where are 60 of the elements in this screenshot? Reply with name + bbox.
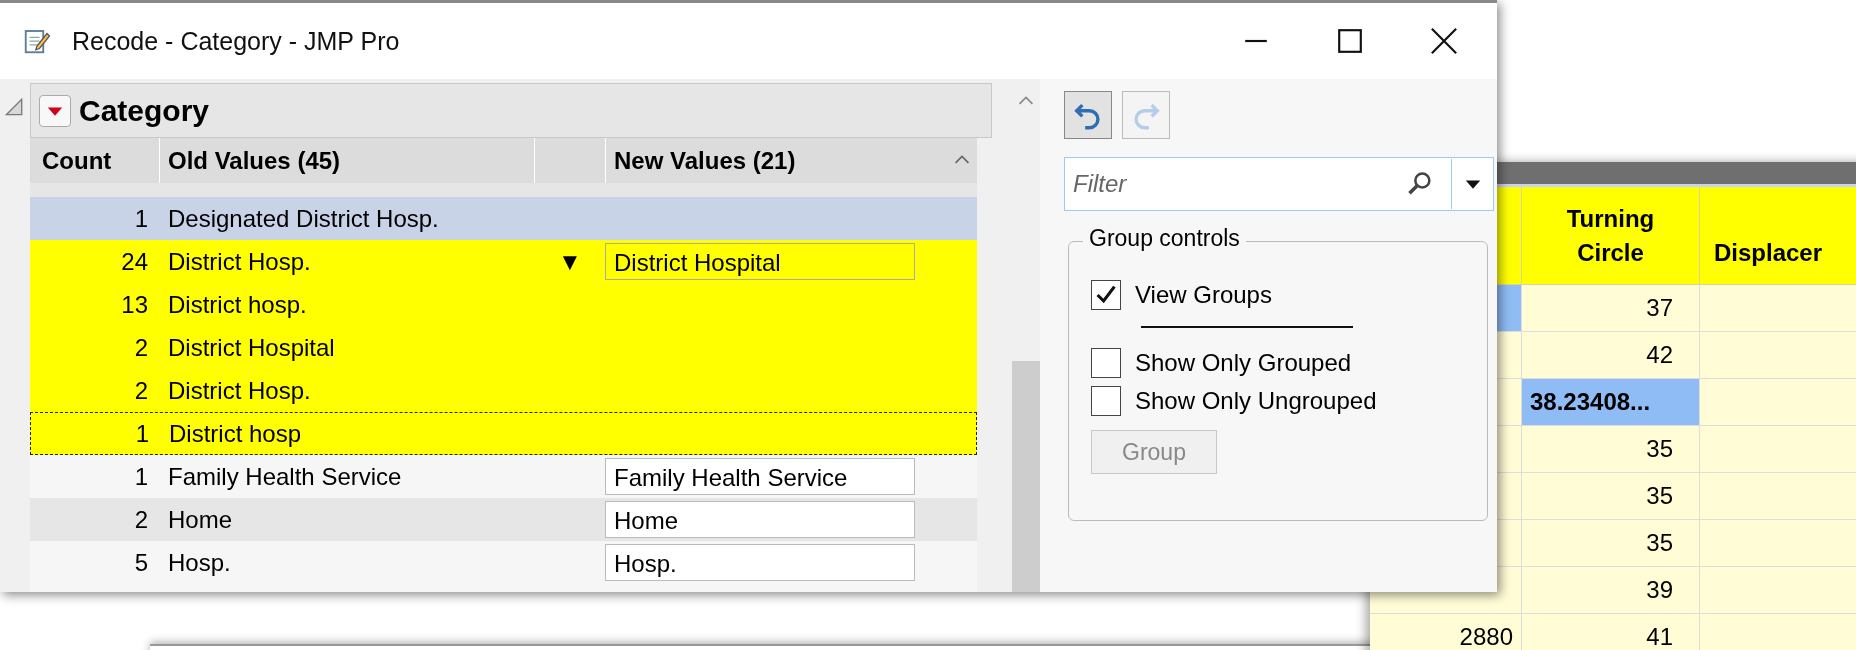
list-row[interactable]: 2 Home Home: [30, 498, 977, 541]
old-value-text: Designated District Hosp.: [167, 204, 440, 233]
checkbox-label: Show Only Ungrouped: [1135, 387, 1377, 415]
column-header[interactable]: [1497, 187, 1522, 285]
count-text: 13: [120, 290, 149, 319]
old-value-text: Hosp.: [167, 548, 232, 577]
table-cell: 35: [1522, 473, 1700, 520]
list-row[interactable]: 24 District Hosp. ▼ District Hospital: [30, 240, 977, 283]
group-marker[interactable]: ▼: [558, 247, 582, 276]
count-text: 1: [133, 204, 149, 233]
column-header[interactable]: New Values (21): [606, 146, 977, 175]
table-cell: 2880: [1370, 614, 1522, 650]
checkbox-label: View Groups: [1135, 281, 1272, 309]
old-value-text: Family Health Service: [167, 462, 403, 491]
new-value-field[interactable]: District Hospital: [605, 243, 915, 280]
checkbox[interactable]: [1091, 280, 1121, 310]
filter-field[interactable]: Filter: [1064, 157, 1494, 211]
new-value-field[interactable]: Family Health Service: [605, 458, 915, 495]
old-value-text: District Hosp.: [167, 247, 312, 276]
list-row[interactable]: 1 District hosp: [30, 412, 977, 455]
count-text: 2: [133, 333, 149, 362]
list-row[interactable]: 1 Designated District Hosp.: [30, 197, 977, 240]
table-cell: 35: [1522, 426, 1700, 473]
checkbox[interactable]: [1091, 348, 1121, 378]
checkbox[interactable]: [1091, 386, 1121, 416]
list-row[interactable]: 2 District Hospital: [30, 326, 977, 369]
new-value-field[interactable]: Home: [605, 501, 915, 538]
list-row[interactable]: 2 District Hosp.: [30, 369, 977, 412]
menu-button[interactable]: [39, 94, 71, 127]
count-text: 24: [120, 247, 149, 276]
count-text: 1: [134, 419, 150, 448]
new-value-field[interactable]: Hosp.: [605, 544, 915, 581]
old-value-text: Home: [167, 505, 234, 534]
old-value-text: District Hosp.: [167, 376, 312, 405]
count-text: 1: [133, 462, 149, 491]
disclosure-triangle-icon[interactable]: [5, 98, 23, 116]
table-cell: 41: [1522, 614, 1700, 650]
table-cell: 35: [1522, 520, 1700, 567]
count-text: 2: [133, 376, 149, 405]
window-title: Recode - Category - JMP Pro: [72, 26, 400, 56]
undo-button[interactable]: [1064, 91, 1112, 139]
old-value-text: District hosp: [168, 419, 303, 448]
column-header[interactable]: Turning Circle: [1522, 187, 1700, 285]
list-row[interactable]: 1 Family Health Service Family Health Service: [30, 455, 977, 498]
dropdown-caret-icon[interactable]: [1464, 178, 1482, 190]
list-row[interactable]: 5 Hosp. Hosp.: [30, 541, 977, 584]
list-row[interactable]: 13 District hosp.: [30, 283, 977, 326]
caret-icon: [46, 104, 64, 117]
report-title: Category: [79, 93, 210, 128]
table-cell: 37: [1522, 285, 1700, 332]
panel-title: Group controls: [1083, 225, 1246, 252]
table-cell: 39: [1522, 567, 1700, 614]
column-header[interactable]: Displacer: [1700, 187, 1856, 285]
scroll-thumb[interactable]: [1012, 361, 1040, 592]
old-value-text: District hosp.: [167, 290, 308, 319]
table-cell: 38.23408...: [1522, 379, 1700, 426]
count-text: 2: [133, 505, 149, 534]
count-text: 5: [133, 548, 149, 577]
checkbox-label: Show Only Grouped: [1135, 349, 1352, 377]
old-value-text: District Hospital: [167, 333, 336, 362]
